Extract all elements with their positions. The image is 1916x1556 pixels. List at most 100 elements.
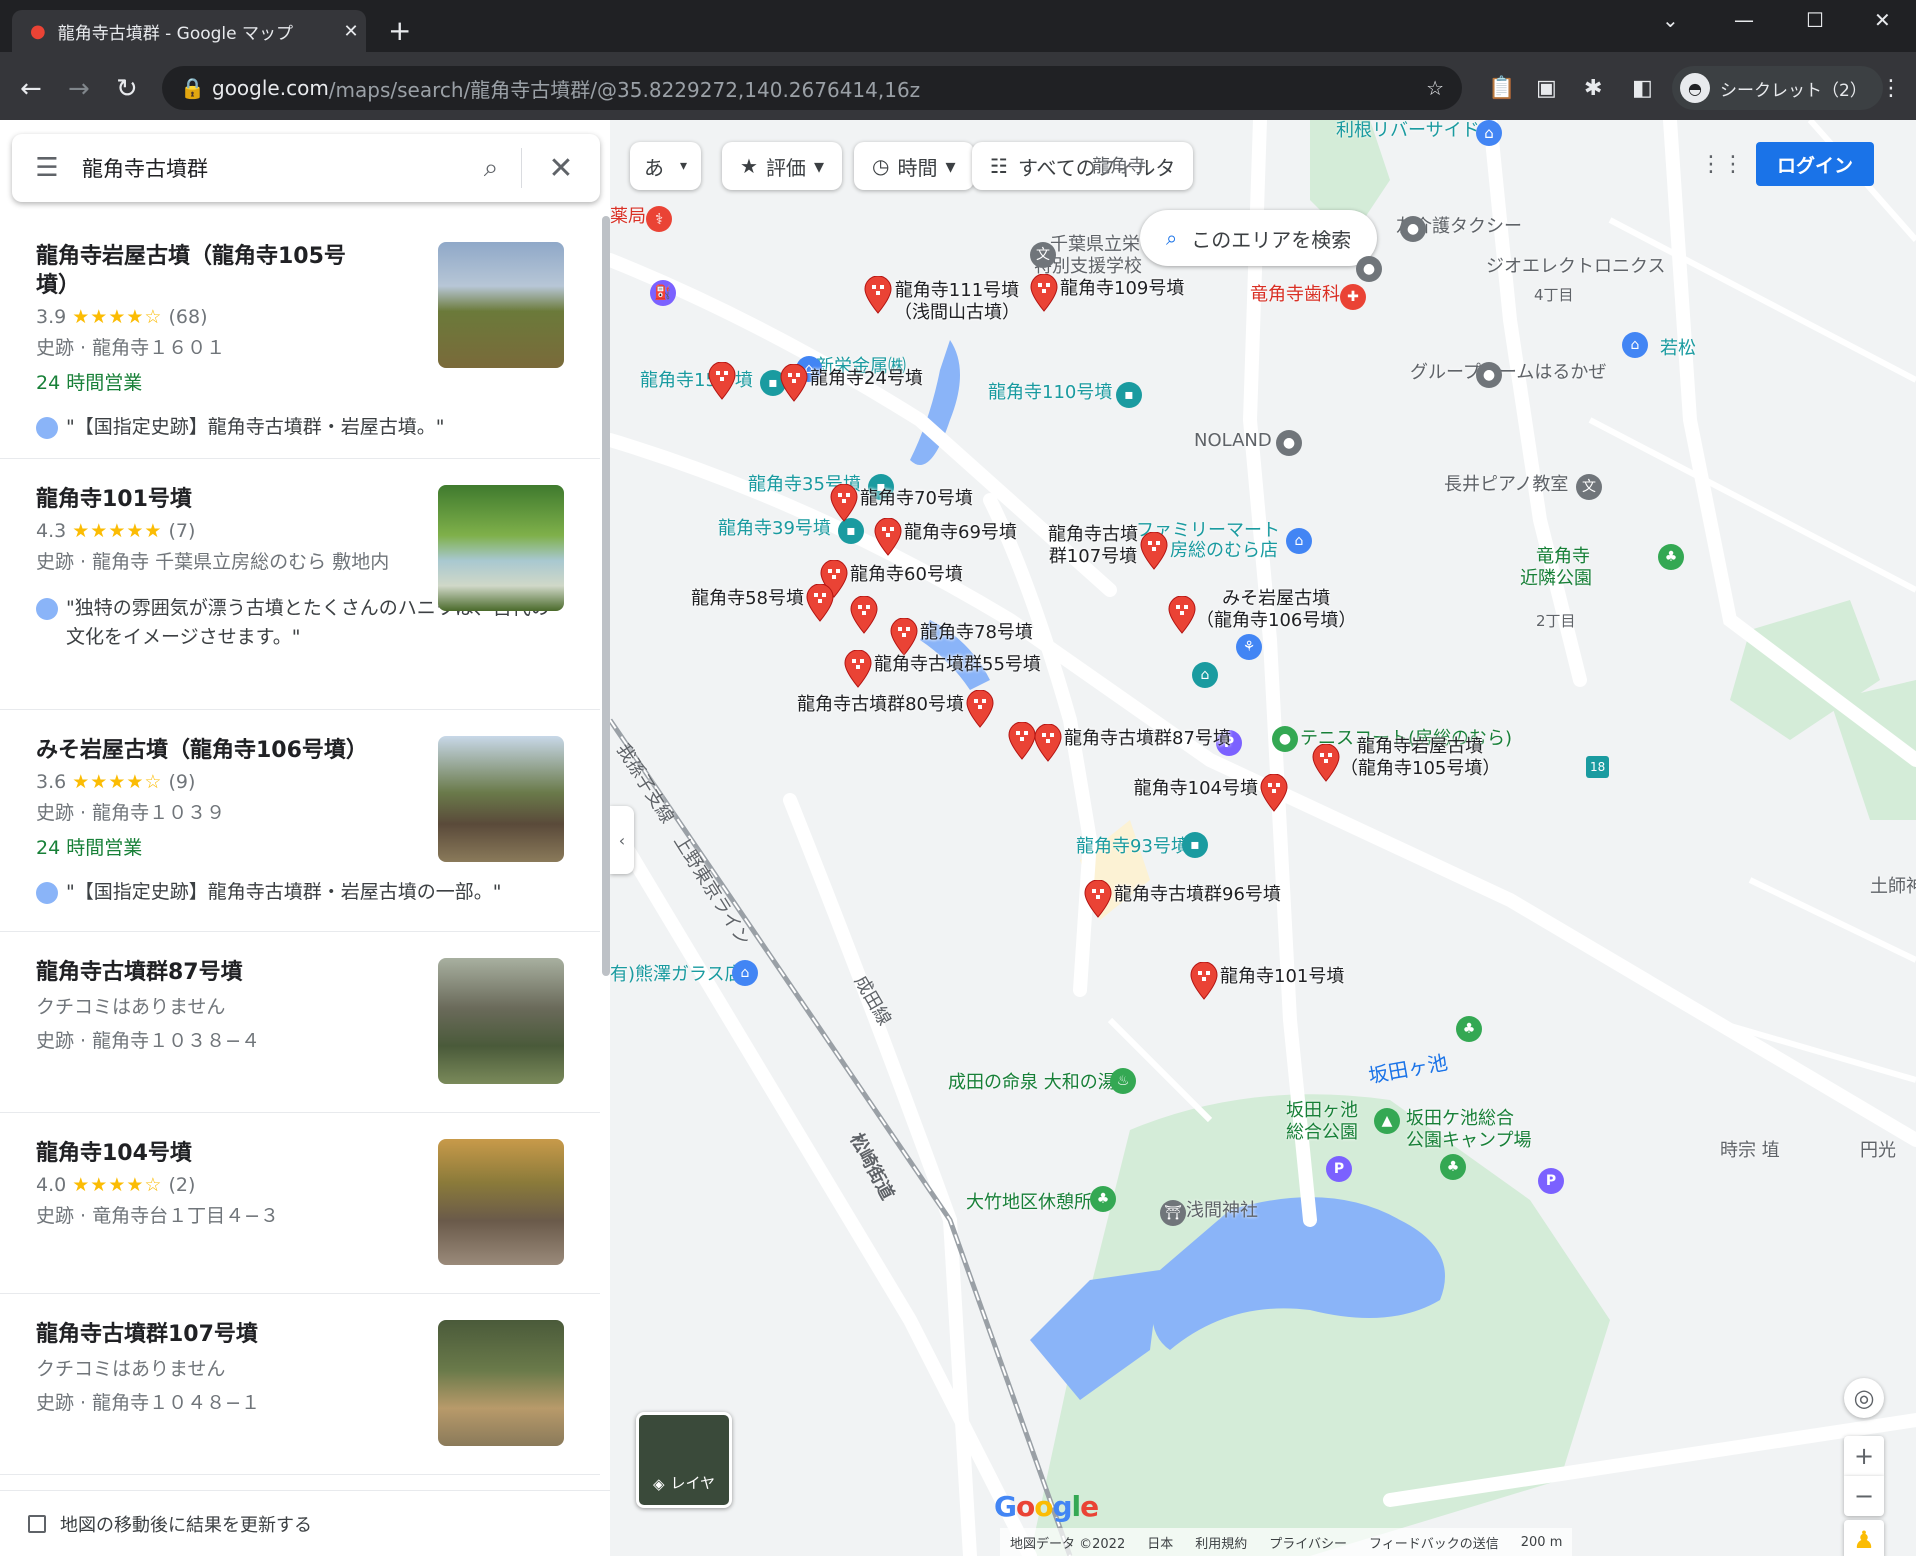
tomb-pin-label[interactable]: 龍角寺古墳群80号墳 <box>797 694 964 716</box>
tomb-pin-label[interactable]: 龍角寺111号墳 （浅間山古墳） <box>894 280 1020 324</box>
place-pin-icon[interactable]: ● <box>1400 216 1426 242</box>
tomb-pin-icon[interactable] <box>966 690 994 728</box>
tomb-pin-label[interactable]: 龍角寺101号墳 <box>1220 966 1344 988</box>
layers-button[interactable]: ◈ レイヤ <box>636 1412 732 1508</box>
map-canvas[interactable]: ‹ あ ▾ ★ 評価 ▾ ◷ 時間 ▾ ☷ すべてのフィルタ ⌕ このエリアを検索 ⋮⋮ ログ… <box>610 120 1916 1556</box>
result-photo[interactable] <box>438 1320 564 1446</box>
result-name[interactable]: 龍角寺岩屋古墳（龍角寺105号墳） <box>36 242 376 300</box>
reload-button[interactable]: ↻ <box>116 74 138 104</box>
zoom-out-button[interactable]: − <box>1844 1476 1884 1516</box>
school-icon[interactable]: 文 <box>1576 474 1602 500</box>
tomb-pin-icon[interactable] <box>864 276 892 314</box>
result-photo[interactable] <box>438 1139 564 1265</box>
park-tree-icon[interactable]: ♣ <box>1440 1154 1466 1180</box>
apps-grid-icon[interactable]: ⋮⋮ <box>1700 152 1744 178</box>
place-pin-icon[interactable]: ● <box>1476 362 1502 388</box>
hamburger-menu-icon[interactable]: ☰ <box>12 153 82 183</box>
search-icon[interactable]: ⌕ <box>461 153 521 184</box>
zoom-in-button[interactable]: + <box>1844 1436 1884 1476</box>
credit-region[interactable]: 日本 <box>1147 1533 1173 1552</box>
extensions-puzzle-icon[interactable]: ✱ <box>1584 76 1602 101</box>
tomb-pin-icon[interactable] <box>830 484 858 522</box>
tomb-pin-icon[interactable] <box>850 596 878 634</box>
incognito-button[interactable]: ◓ シークレット（2） <box>1672 66 1883 110</box>
search-this-area-button[interactable]: ⌕ このエリアを検索 <box>1140 210 1378 266</box>
tomb-pin-icon[interactable] <box>1260 774 1288 812</box>
results-scrollbar[interactable] <box>602 216 610 976</box>
tennis-court-icon[interactable]: ● <box>1272 726 1298 752</box>
tab-search-icon[interactable]: ⌄ <box>1662 8 1679 32</box>
tomb-pin-label[interactable]: みそ岩屋古墳 （龍角寺106号墳） <box>1196 588 1356 632</box>
search-input[interactable]: 龍角寺古墳群 <box>82 153 461 183</box>
update-results-option[interactable]: 地図の移動後に結果を更新する <box>0 1490 610 1556</box>
result-photo[interactable] <box>438 485 564 611</box>
tomb-pin-label[interactable]: 龍角寺60号墳 <box>850 564 963 586</box>
forward-button[interactable]: → <box>68 74 90 104</box>
tomb-pin-label[interactable]: 龍角寺70号墳 <box>860 488 973 510</box>
place-pin-icon[interactable]: ● <box>1356 256 1382 282</box>
shopping-icon[interactable]: ⌂ <box>732 960 758 986</box>
terms-link[interactable]: 利用規約 <box>1195 1533 1247 1552</box>
extension-shield-icon[interactable]: ▣ <box>1536 76 1557 101</box>
tomb-pin-icon[interactable] <box>1312 744 1340 782</box>
pharmacy-icon[interactable]: ⚕ <box>646 206 672 232</box>
park-tree-icon[interactable]: ♣ <box>1456 1016 1482 1042</box>
tomb-pin-icon[interactable] <box>1034 724 1062 762</box>
campground-icon[interactable]: ▲ <box>1374 1108 1400 1134</box>
historic-site-icon[interactable]: ▪ <box>1116 382 1142 408</box>
address-bar[interactable]: 🔒 google.com/maps/search/龍角寺古墳群/@35.8229… <box>162 66 1462 110</box>
result-photo[interactable] <box>438 242 564 368</box>
tomb-pin-label[interactable]: 龍角寺岩屋古墳 （龍角寺105号墳） <box>1340 736 1500 780</box>
tab-close-icon[interactable]: ✕ <box>336 21 366 42</box>
tomb-pin-label[interactable]: 龍角寺58号墳 <box>691 588 804 610</box>
feedback-link[interactable]: フィードバックの送信 <box>1369 1533 1499 1552</box>
tomb-pin-label[interactable]: 龍角寺104号墳 <box>1134 778 1258 800</box>
result-item[interactable]: みそ岩屋古墳（龍角寺106号墳） 3.6 ★★★★☆ (9) 史跡 · 龍角寺１… <box>0 710 600 932</box>
my-location-button[interactable]: ◎ <box>1844 1378 1884 1418</box>
historic-site-icon[interactable]: ▪ <box>1182 832 1208 858</box>
parking-icon[interactable]: P <box>1538 1168 1564 1194</box>
result-item[interactable]: 龍角寺101号墳 4.3 ★★★★★ (7) 史跡 · 龍角寺 千葉県立房総のむ… <box>0 459 600 710</box>
tomb-pin-label[interactable]: 龍角寺78号墳 <box>920 622 1033 644</box>
minimize-button[interactable]: — <box>1734 8 1754 32</box>
sidepanel-icon[interactable]: ◧ <box>1632 76 1653 101</box>
tomb-pin-label[interactable]: 龍角寺古墳群87号墳 <box>1064 728 1231 750</box>
result-name[interactable]: 龍角寺古墳群87号墳 <box>36 958 376 987</box>
shopping-icon[interactable]: ⌂ <box>1476 120 1502 146</box>
result-name[interactable]: 龍角寺104号墳 <box>36 1139 376 1168</box>
clipboard-icon[interactable]: 📋 <box>1488 76 1515 101</box>
tomb-pin-icon[interactable] <box>1030 274 1058 312</box>
tomb-pin-icon[interactable] <box>1140 532 1168 570</box>
privacy-link[interactable]: プライバシー <box>1269 1533 1347 1552</box>
street-view-pegman-icon[interactable]: ♟ <box>1844 1520 1884 1556</box>
browser-menu-icon[interactable]: ⋮ <box>1880 76 1902 101</box>
shopping-cart-icon[interactable]: ⚘ <box>1236 634 1262 660</box>
update-checkbox[interactable] <box>28 1514 46 1533</box>
result-name[interactable]: 龍角寺101号墳 <box>36 485 376 514</box>
convenience-store-icon[interactable]: ⌂ <box>1286 528 1312 554</box>
login-button[interactable]: ログイン <box>1756 142 1874 186</box>
tomb-pin-label[interactable]: 龍角寺古墳群55号墳 <box>874 654 1041 676</box>
tomb-pin-icon[interactable] <box>1168 596 1196 634</box>
tomb-pin-label[interactable]: 龍角寺24号墳 <box>810 368 923 390</box>
back-button[interactable]: ← <box>20 74 42 104</box>
collapse-panel-button[interactable]: ‹ <box>610 806 634 874</box>
shrine-icon[interactable]: ⛩ <box>1160 1200 1186 1226</box>
tomb-pin-icon[interactable] <box>806 584 834 622</box>
park-tree-icon[interactable]: ♣ <box>1090 1186 1116 1212</box>
gas-station-icon[interactable]: ⛽ <box>650 280 676 306</box>
scale-label[interactable]: 200 m <box>1521 1535 1563 1550</box>
dental-icon[interactable]: ✚ <box>1340 284 1366 310</box>
ime-toggle[interactable]: あ ▾ <box>630 142 702 190</box>
result-item[interactable]: 龍角寺古墳群107号墳 クチコミはありません 史跡 · 龍角寺１０４８−１ <box>0 1294 600 1475</box>
school-icon[interactable]: 文 <box>1030 242 1056 268</box>
result-item[interactable]: 龍角寺岩屋古墳（龍角寺105号墳） 3.9 ★★★★☆ (68) 史跡 · 龍角… <box>0 216 600 459</box>
filter-hours-chip[interactable]: ◷ 時間 ▾ <box>854 142 974 190</box>
new-tab-button[interactable]: + <box>388 14 411 47</box>
result-photo[interactable] <box>438 736 564 862</box>
tomb-pin-label[interactable]: 龍角寺109号墳 <box>1060 278 1184 300</box>
all-filters-chip[interactable]: ☷ すべてのフィルタ <box>972 142 1194 190</box>
tomb-pin-label[interactable]: 龍角寺古墳 群107号墳 <box>1048 524 1138 568</box>
tomb-pin-label[interactable]: 龍角寺古墳群96号墳 <box>1114 884 1281 906</box>
tomb-pin-icon[interactable] <box>780 364 808 402</box>
